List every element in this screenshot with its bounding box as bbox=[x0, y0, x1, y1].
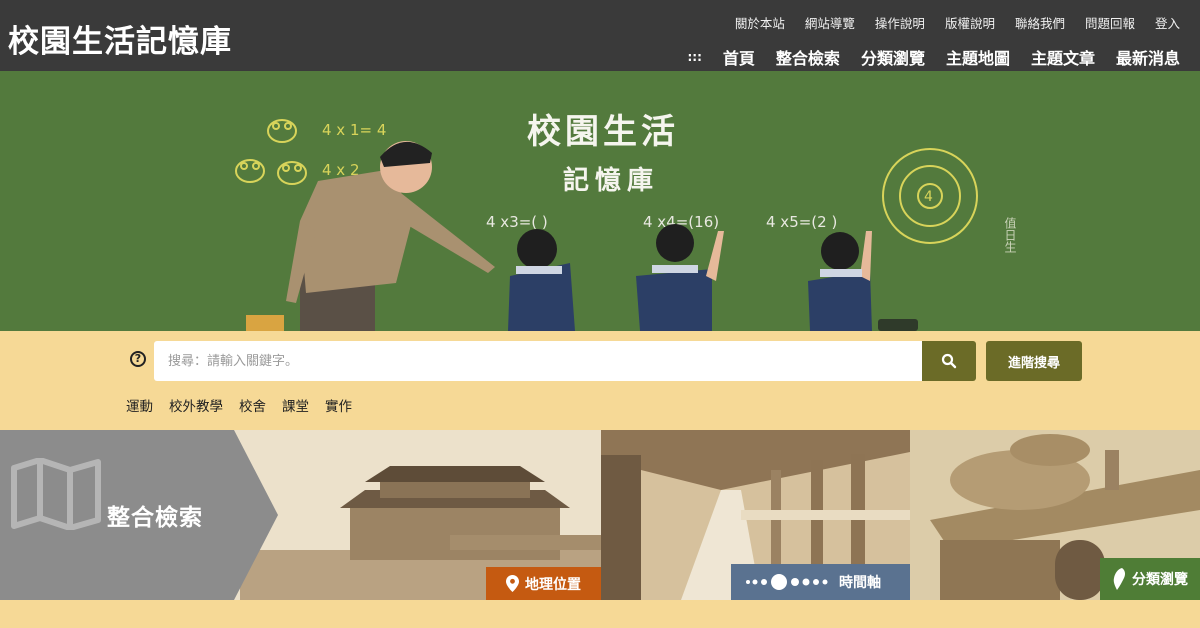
nav-theme-map[interactable]: 主題地圖 bbox=[946, 45, 1010, 69]
nav-category-browse[interactable]: 分類瀏覽 bbox=[861, 45, 925, 69]
feature-panel-geo[interactable]: 整合檢索 地理位置 bbox=[0, 430, 601, 600]
nav-latest-news[interactable]: 最新消息 bbox=[1116, 45, 1180, 69]
feature-panel-category[interactable]: 分類瀏覽 bbox=[910, 430, 1200, 600]
student-1-illustration bbox=[508, 229, 575, 331]
location-pin-icon bbox=[506, 575, 519, 592]
timeline-tag[interactable]: 時間軸 bbox=[731, 564, 910, 600]
util-link-copyright[interactable]: 版權說明 bbox=[945, 13, 995, 32]
feature-panel-timeline[interactable]: 時間軸 bbox=[601, 430, 910, 600]
util-link-sitemap[interactable]: 網站導覽 bbox=[805, 13, 855, 32]
search-button[interactable] bbox=[922, 341, 976, 381]
util-link-login[interactable]: 登入 bbox=[1155, 13, 1180, 32]
chalk-equation-5: 4 x5=(2 ) bbox=[766, 213, 837, 231]
hero-title-line1: 校園生活 bbox=[527, 112, 679, 152]
student-2-illustration bbox=[636, 224, 724, 331]
category-browse-tag[interactable]: 分類瀏覽 bbox=[1100, 558, 1200, 600]
quick-tag-list: 運動 校外教學 校舍 課堂 實作 bbox=[126, 395, 352, 415]
frog-doodle-icon bbox=[235, 119, 307, 185]
chalk-equation-1: 4 x 1= 4 bbox=[322, 121, 386, 139]
hero-banner: 校園生活 記憶庫 4 x 1= 4 4 x 2 4 x3=( ) 4 x4=(1… bbox=[0, 71, 1200, 331]
tag-school-building[interactable]: 校舍 bbox=[239, 395, 266, 415]
tag-field-trip[interactable]: 校外教學 bbox=[169, 395, 223, 415]
integrated-search-label[interactable]: 整合檢索 bbox=[107, 498, 203, 532]
advanced-search-button[interactable]: 進階搜尋 bbox=[986, 341, 1082, 381]
chalk-wheel-icon: 4 bbox=[882, 148, 978, 244]
search-input[interactable] bbox=[154, 341, 922, 381]
geo-location-label: 地理位置 bbox=[525, 576, 581, 593]
svg-text:4: 4 bbox=[924, 189, 933, 205]
tag-practice[interactable]: 實作 bbox=[325, 395, 352, 415]
nav-theme-articles[interactable]: 主題文章 bbox=[1031, 45, 1095, 69]
site-header: 校園生活記憶庫 關於本站 網站導覽 操作說明 版權說明 聯絡我們 問題回報 登入… bbox=[0, 0, 1200, 71]
nav-home[interactable]: 首頁 bbox=[723, 45, 755, 69]
util-link-report[interactable]: 問題回報 bbox=[1085, 13, 1135, 32]
taiwan-island-icon bbox=[1113, 568, 1126, 590]
nav-integrated-search[interactable]: 整合檢索 bbox=[776, 45, 840, 69]
tag-classroom[interactable]: 課堂 bbox=[282, 395, 309, 415]
geo-location-tag[interactable]: 地理位置 bbox=[486, 567, 601, 600]
chalk-equation-3: 4 x3=( ) bbox=[486, 213, 548, 231]
util-link-help[interactable]: 操作說明 bbox=[875, 13, 925, 32]
help-question-icon[interactable]: ? bbox=[130, 351, 146, 367]
map-fold-icon bbox=[11, 458, 101, 530]
site-logo-title[interactable]: 校園生活記憶庫 bbox=[8, 16, 232, 61]
util-link-about[interactable]: 關於本站 bbox=[735, 13, 785, 32]
search-section: ? 進階搜尋 運動 校外教學 校舍 課堂 實作 bbox=[0, 331, 1200, 430]
accesskey-dots[interactable]: ::: bbox=[688, 50, 702, 64]
magnifier-icon bbox=[941, 353, 957, 369]
tag-sports[interactable]: 運動 bbox=[126, 395, 153, 415]
hero-title-line2: 記憶庫 bbox=[563, 165, 659, 196]
timeline-label: 時間軸 bbox=[839, 575, 881, 591]
chalk-duty-text: 值日生 bbox=[1003, 216, 1017, 253]
feature-strip: 整合檢索 地理位置 時間軸 分類瀏覽 bbox=[0, 430, 1200, 600]
timeline-dots-icon bbox=[746, 574, 828, 590]
hero-illustration: 校園生活 記憶庫 4 x 1= 4 4 x 2 4 x3=( ) 4 x4=(1… bbox=[235, 112, 1017, 331]
utility-nav: 關於本站 網站導覽 操作說明 版權說明 聯絡我們 問題回報 登入 bbox=[735, 13, 1180, 32]
student-3-illustration bbox=[808, 231, 918, 331]
util-link-contact[interactable]: 聯絡我們 bbox=[1015, 13, 1065, 32]
category-browse-label: 分類瀏覽 bbox=[1132, 572, 1188, 588]
main-nav: ::: 首頁 整合檢索 分類瀏覽 主題地圖 主題文章 最新消息 bbox=[688, 45, 1181, 69]
